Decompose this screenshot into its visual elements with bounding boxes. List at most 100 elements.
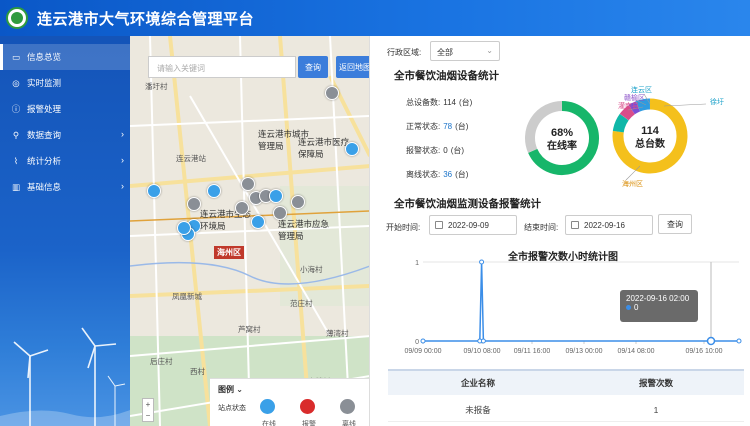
station-marker-icon[interactable] xyxy=(241,177,255,191)
station-marker-icon[interactable] xyxy=(147,184,161,198)
stat-unit: (台) xyxy=(450,146,465,155)
pie-slice-label: 灌南县 xyxy=(618,101,639,110)
stat-label: 总设备数: xyxy=(406,98,441,107)
pie-slice-label: 连云区 xyxy=(631,86,652,94)
series-dot-icon xyxy=(626,305,631,310)
pie-slice-label: 徐圩 xyxy=(710,97,724,106)
map-place-label: 连云港市医疗保障局 xyxy=(298,137,350,159)
sidebar-item-label: 信息总览 xyxy=(27,52,62,62)
query-button[interactable]: 查询 xyxy=(658,214,692,234)
tooltip-value: 0 xyxy=(634,303,639,312)
map-search-input[interactable]: 请输入关键词 xyxy=(148,56,296,78)
x-tick-label: 09/14 08:00 xyxy=(618,348,655,355)
stat-unit: (台) xyxy=(459,98,473,107)
offline-station-icon xyxy=(340,399,355,414)
logo-icon xyxy=(6,7,28,29)
map-search-button[interactable]: 查询 xyxy=(298,56,328,78)
start-date-label: 开始时间: xyxy=(386,223,421,232)
stat-value: 78 xyxy=(443,122,453,131)
pie-slice-label: 海州区 xyxy=(622,179,643,188)
sidebar-item-0[interactable]: ▭ 信息总览 xyxy=(0,44,130,70)
device-stat-row: 离线状态: 36 (台) xyxy=(406,169,468,180)
stat-value: 114 xyxy=(443,98,456,107)
zoom-in-button[interactable]: + xyxy=(143,399,153,410)
legend-status-label: 站点状态 xyxy=(218,405,246,412)
calendar-icon xyxy=(435,221,443,229)
search-icon: ⚲ xyxy=(12,129,20,140)
station-marker-icon[interactable] xyxy=(251,215,265,229)
legend-online-label: 在线 xyxy=(262,421,276,426)
map-place-label: 连云港市应急管理局 xyxy=(278,219,330,241)
station-marker-icon[interactable] xyxy=(325,86,339,100)
x-tick-label: 09/10 08:00 xyxy=(464,348,501,355)
chart-icon: ⌇ xyxy=(13,155,19,166)
region-select[interactable]: 全部 ⌄ xyxy=(430,41,500,61)
station-marker-icon[interactable] xyxy=(269,189,283,203)
station-marker-icon[interactable] xyxy=(345,142,359,156)
app-header: 连云港市大气环境综合管理平台 xyxy=(0,0,750,36)
pie-slice-ganyu[interactable] xyxy=(619,105,636,121)
zoom-out-button[interactable]: − xyxy=(143,410,153,421)
sidebar-item-label: 实时监测 xyxy=(27,78,62,88)
column-header-count: 报警次数 xyxy=(638,378,673,388)
chevron-down-icon[interactable]: ⌄ xyxy=(236,385,243,394)
legend-title[interactable]: 图例 ⌄ xyxy=(218,384,243,395)
sidebar-item-4[interactable]: ⌇ 统计分析 › xyxy=(0,148,130,174)
stat-value: 36 xyxy=(443,170,453,179)
map-place-label: 范庄村 xyxy=(290,299,313,308)
data-point[interactable] xyxy=(736,338,742,344)
station-marker-icon[interactable] xyxy=(177,221,191,235)
alarm-table-header: 企业名称 报警次数 xyxy=(388,369,744,395)
sidebar: ▭ 信息总览 ◎ 实时监测 ⓘ 报警处理 ⚲ 数据查询 › ⌇ 统计分析 › ▥ 基础信息 › xyxy=(0,36,130,426)
bar-icon: ▥ xyxy=(11,181,21,192)
map-place-label: 凤凰新城 xyxy=(172,292,202,301)
device-stat-row: 正常状态: 78 (台) xyxy=(406,121,468,132)
sidebar-item-2[interactable]: ⓘ 报警处理 xyxy=(0,96,130,122)
app-title: 连云港市大气环境综合管理平台 xyxy=(37,10,255,28)
region-label: 行政区域: xyxy=(387,48,422,57)
stat-value: 0 xyxy=(443,146,448,155)
sidebar-item-1[interactable]: ◎ 实时监测 xyxy=(0,70,130,96)
map-place-label: 后庄村 xyxy=(150,357,173,366)
station-marker-icon[interactable] xyxy=(235,201,249,215)
table-cell-company: 未报备 xyxy=(465,404,491,415)
end-date-input[interactable]: 2022-09-16 xyxy=(565,215,653,235)
online-rate-value: 68% xyxy=(551,127,573,139)
pie-slice-lianyun[interactable] xyxy=(612,113,629,133)
map-panel[interactable]: 请输入关键词 查询 返回地图 潘圩村 连云港市城市管理局 连云港市医疗保障局 连云港站… xyxy=(130,36,370,426)
y-tick-label: 1 xyxy=(415,260,419,267)
sidebar-item-5[interactable]: ▥ 基础信息 › xyxy=(0,174,130,200)
online-rate-donut: 68%在线率 xyxy=(525,101,599,175)
station-marker-icon[interactable] xyxy=(187,197,201,211)
station-marker-icon[interactable] xyxy=(291,195,305,209)
data-point[interactable] xyxy=(479,259,485,265)
map-place-label: 芦窝村 xyxy=(238,325,261,334)
back-to-map-button[interactable]: 返回地图 xyxy=(336,56,369,78)
hovered-data-point[interactable] xyxy=(706,336,716,346)
data-point[interactable] xyxy=(480,338,486,344)
calendar-icon xyxy=(571,221,579,229)
map-place-label: 连云港站 xyxy=(176,154,206,163)
table-row[interactable]: 未报备 1 xyxy=(388,398,744,422)
map-place-label: 潘圩村 xyxy=(145,82,168,91)
start-date-input[interactable]: 2022-09-09 xyxy=(429,215,517,235)
wind-turbine-decoration xyxy=(0,327,130,426)
sidebar-item-3[interactable]: ⚲ 数据查询 › xyxy=(0,122,130,148)
station-marker-icon[interactable] xyxy=(273,206,287,220)
chart-tooltip: 2022-09-16 02:00 0 xyxy=(620,290,698,322)
map-legend: 图例 ⌄ 站点状态 在线 报警 离线 xyxy=(210,378,369,426)
station-marker-icon[interactable] xyxy=(207,184,221,198)
pie-slice-label: 赣榆区 xyxy=(624,93,645,102)
chevron-right-icon: › xyxy=(121,181,124,191)
x-tick-label: 09/13 00:00 xyxy=(566,348,603,355)
stat-label: 离线状态: xyxy=(406,170,441,179)
y-tick-label: 0 xyxy=(415,339,419,346)
info-icon: ⓘ xyxy=(11,104,21,114)
zoom-control[interactable]: + − xyxy=(142,398,154,422)
map-place-label: 薄湾村 xyxy=(326,329,349,338)
pie-slice-xuwei[interactable] xyxy=(635,98,651,112)
device-stats-title: 全市餐饮油烟设备统计 xyxy=(394,70,499,82)
device-stat-row: 报警状态: 0 (台) xyxy=(406,145,464,156)
data-point[interactable] xyxy=(420,338,426,344)
table-cell-count: 1 xyxy=(653,404,659,415)
